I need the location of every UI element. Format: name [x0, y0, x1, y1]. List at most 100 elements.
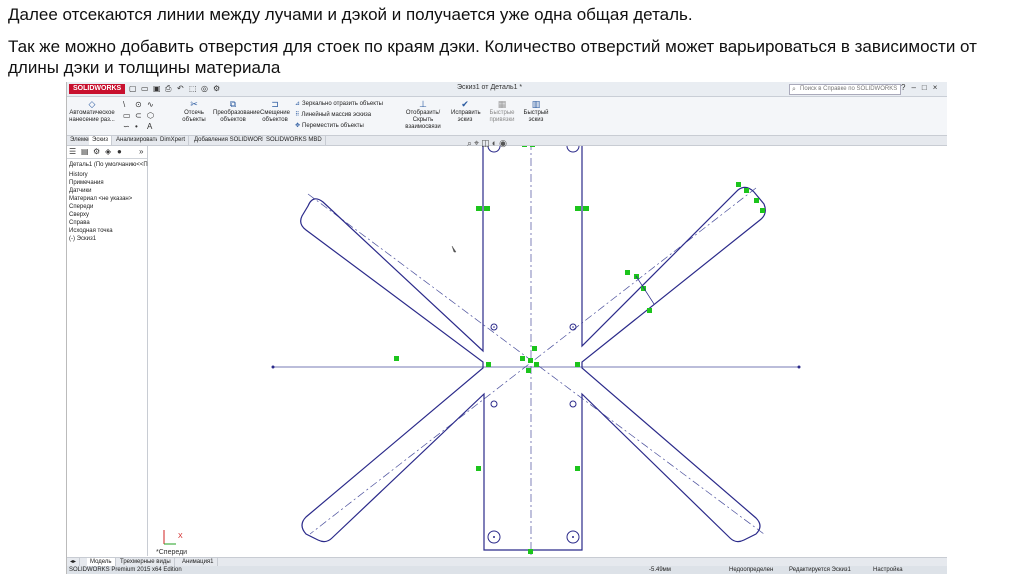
save-icon[interactable]: ▣: [153, 84, 161, 93]
minimize-icon[interactable]: –: [911, 83, 921, 92]
tree-item-material[interactable]: Материал <не указан>: [69, 196, 132, 202]
rectangle-icon[interactable]: ▭: [123, 111, 131, 120]
offset-button[interactable]: ⊐ Смещение объектов: [257, 99, 293, 124]
relation-marker: [526, 368, 531, 373]
tree-item-right[interactable]: Справа: [69, 220, 90, 226]
line-icon[interactable]: \: [123, 100, 125, 109]
display-relations-label: Отобразить/Скрыть взаимосвязи: [405, 110, 441, 130]
display-style-icon[interactable]: ◐: [492, 138, 499, 148]
linear-pattern-label: Линейный массив эскиза: [301, 112, 372, 118]
arc-icon[interactable]: ∿: [147, 100, 154, 109]
mouse-cursor-icon: [451, 245, 457, 253]
relation-marker: [528, 549, 533, 554]
print-icon[interactable]: ⎙: [165, 84, 171, 94]
center-dot: [572, 326, 574, 328]
display-manager-icon[interactable]: ●: [117, 147, 122, 156]
hole-top-right: [566, 139, 580, 153]
point-icon[interactable]: •: [135, 122, 138, 131]
rapid-sketch-icon: ▥: [531, 99, 541, 109]
tab-dimxpert[interactable]: DimXpert: [157, 136, 190, 145]
tab-animation[interactable]: Анимация1: [179, 558, 218, 566]
centerline-endpoint-left: [271, 365, 275, 369]
tree-root[interactable]: Деталь1 (По умолчанию<<По: [69, 162, 151, 168]
quick-snaps-button[interactable]: ▦ Быстрые привязки: [487, 99, 517, 124]
repair-icon: ✔: [461, 99, 469, 109]
tree-item-sensors[interactable]: Датчики: [69, 188, 91, 194]
featuremanager-tree-icon[interactable]: ☰: [69, 147, 76, 156]
tree-item-annotations[interactable]: Примечания: [69, 180, 104, 186]
text-icon[interactable]: A: [147, 122, 152, 131]
solidworks-window: SOLIDWORKS ▢ ▭ ▣ ⎙ ↶ ⬚ ◎ ⚙ Эскиз1 от Дет…: [66, 82, 947, 574]
tab-mbd[interactable]: SOLIDWORKS MBD: [263, 136, 326, 145]
tab-evaluate[interactable]: Анализировать: [113, 136, 163, 145]
help-search-input[interactable]: ⌕ Поиск в Справке по SOLIDWORKS: [789, 84, 901, 95]
linear-pattern-button[interactable]: ⠿ Линейный массив эскиза: [295, 111, 371, 118]
small-hole-3: [490, 400, 498, 408]
view-orientation-icon[interactable]: ◫: [481, 138, 492, 148]
search-icon: ⌕: [792, 86, 796, 93]
relation-marker: [394, 356, 399, 361]
tab-3d-views[interactable]: Трехмерные виды: [117, 558, 175, 566]
tree-item-history[interactable]: History: [69, 172, 88, 178]
move-label: Переместить объекты: [302, 123, 364, 129]
open-icon[interactable]: ▭: [141, 84, 149, 93]
undo-icon[interactable]: ↶: [177, 84, 184, 93]
config-manager-icon[interactable]: ⚙: [93, 147, 100, 156]
relation-marker: [575, 206, 581, 211]
graphics-area[interactable]: X *Спереди: [148, 139, 947, 556]
move-button[interactable]: ✥ Переместить объекты: [295, 122, 364, 129]
convert-button[interactable]: ⧉ Преобразование объектов: [213, 99, 260, 124]
tree-item-sketch1[interactable]: (-) Эскиз1: [69, 236, 96, 242]
triad-axis-label: X: [178, 533, 183, 540]
tree-item-front[interactable]: Спереди: [69, 204, 93, 210]
trim-button[interactable]: ✂ Отсечь объекты: [179, 99, 209, 124]
status-customize[interactable]: Настройка: [873, 566, 903, 574]
maximize-icon[interactable]: □: [922, 83, 933, 92]
tree-item-top[interactable]: Сверху: [69, 212, 89, 218]
options-icon[interactable]: ⚙: [213, 84, 220, 93]
tab-model[interactable]: Модель: [87, 558, 116, 566]
circle-icon[interactable]: ⊙: [135, 100, 142, 109]
relation-marker: [736, 182, 741, 187]
polygon-icon[interactable]: ⬡: [147, 111, 154, 120]
sketch-drawing: X *Спереди: [156, 139, 801, 556]
select-icon[interactable]: ⬚: [189, 84, 197, 93]
display-relations-button[interactable]: ⊥ Отобразить/Скрыть взаимосвязи: [399, 99, 447, 131]
status-bar: SOLIDWORKS Premium 2015 x64 Edition -5.4…: [67, 566, 947, 574]
status-coordinate: -5.49мм: [649, 567, 671, 573]
caption-line-1: Далее отсекаются линии между лучами и дэ…: [8, 5, 693, 24]
tab-addins[interactable]: Добавления SOLIDWORKS: [191, 136, 275, 145]
model-tabs: ◂▸ Модель Трехмерные виды Анимация1: [67, 557, 947, 566]
center-dot: [493, 536, 495, 538]
zoom-fit-icon[interactable]: ⌕: [467, 138, 474, 148]
expand-icon[interactable]: »: [139, 147, 143, 156]
mirror-button[interactable]: ⊿ Зеркально отразить объекты: [295, 100, 383, 107]
dimxpert-icon[interactable]: ◈: [105, 147, 111, 156]
relation-marker: [528, 358, 533, 363]
slot-icon[interactable]: ⊂: [135, 111, 142, 120]
document-title: Эскиз1 от Деталь1 *: [457, 84, 523, 91]
relations-icon: ⊥: [419, 99, 427, 109]
tree-item-origin[interactable]: Исходная точка: [69, 228, 113, 234]
repair-sketch-button[interactable]: ✔ Исправить эскиз: [451, 99, 481, 124]
new-doc-icon[interactable]: ▢: [129, 84, 137, 93]
trim-icon: ✂: [190, 99, 198, 109]
tab-sketch[interactable]: Эскиз: [89, 136, 113, 145]
status-definition: Недоопределен: [729, 567, 774, 573]
rebuild-icon[interactable]: ◎: [201, 84, 208, 93]
property-manager-icon[interactable]: ▤: [81, 147, 89, 156]
relation-marker: [647, 308, 652, 313]
relation-marker: [476, 206, 482, 211]
smart-dimension-button[interactable]: ◇ Автоматическое нанесение раз...: [69, 99, 115, 124]
rapid-sketch-label: Быстрый эскиз: [523, 110, 549, 123]
close-icon[interactable]: ×: [933, 83, 944, 92]
nav-arrows-icon[interactable]: ◂▸: [67, 558, 81, 566]
spline-icon[interactable]: ∽: [123, 122, 130, 131]
hide-show-icon[interactable]: ◉: [499, 138, 509, 148]
rapid-sketch-button[interactable]: ▥ Быстрый эскиз: [521, 99, 551, 124]
relation-marker: [484, 206, 490, 211]
help-icon[interactable]: ?: [901, 83, 911, 92]
relation-marker: [575, 466, 580, 471]
small-hole-4: [569, 400, 577, 408]
reference-triad: X *Спереди: [156, 530, 187, 556]
